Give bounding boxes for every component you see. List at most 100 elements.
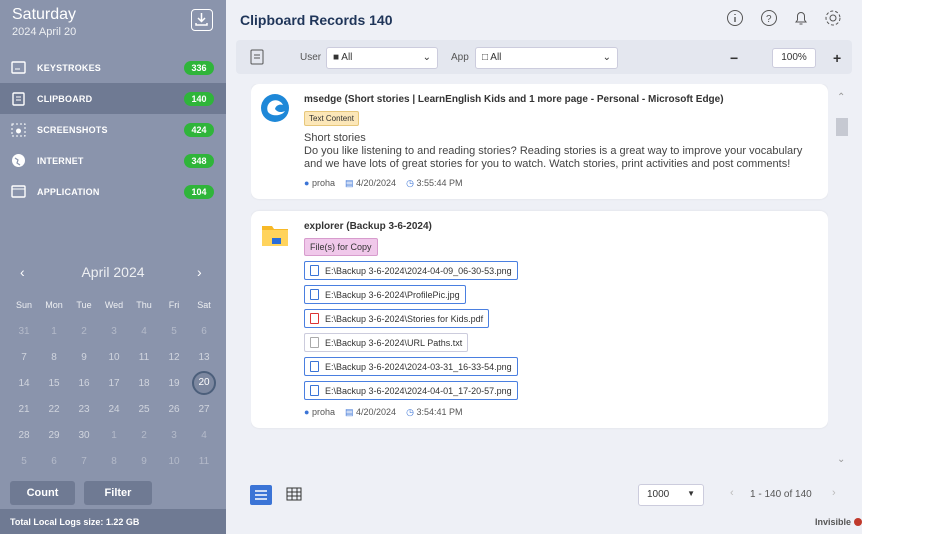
calendar-day[interactable]: 6 [189, 326, 219, 337]
user-select[interactable]: ■ All ⌄ [326, 47, 438, 69]
nav-keystrokes[interactable]: KEYSTROKES 336 [0, 52, 226, 83]
calendar-week: 28 29 30 1 2 3 4 [9, 422, 219, 448]
page-size-value: 1000 [647, 489, 670, 500]
calendar-day[interactable]: 25 [129, 404, 159, 415]
calendar-day[interactable]: 15 [39, 378, 69, 389]
count-button[interactable]: Count [10, 481, 75, 505]
main-panel: Clipboard Records 140 ? User ■ All ⌄ App… [226, 0, 862, 534]
file-item[interactable]: E:\Backup 3-6-2024\2024-03-31_16-33-54.p… [304, 357, 518, 376]
nav-count: 336 [184, 60, 214, 75]
calendar-day[interactable]: 27 [189, 404, 219, 415]
weekday: Sun [15, 300, 32, 310]
calendar-day[interactable]: 1 [39, 326, 69, 337]
svg-text:?: ? [766, 14, 772, 25]
calendar-day[interactable]: 3 [159, 430, 189, 441]
calendar-day[interactable]: 13 [189, 352, 219, 363]
filter-button[interactable]: Filter [84, 481, 152, 505]
calendar-day[interactable]: 18 [129, 378, 159, 389]
clipboard-calendar-icon[interactable] [250, 48, 266, 69]
calendar-day[interactable]: 24 [99, 404, 129, 415]
calendar-day[interactable]: 10 [159, 456, 189, 467]
bottom-bar: 1000 ▼ ‹ 1 - 140 of 140 › [226, 480, 862, 510]
calendar-day[interactable]: 9 [129, 456, 159, 467]
table-view-button[interactable] [286, 487, 302, 504]
calendar-day[interactable]: 30 [69, 430, 99, 441]
calendar-weekdays: Sun Mon Tue Wed Thu Fri Sat [9, 292, 219, 318]
calendar-next-button[interactable]: › [197, 264, 202, 280]
page-size-select[interactable]: 1000 ▼ [638, 484, 704, 506]
gear-icon[interactable] [824, 9, 842, 27]
weekday: Sat [197, 300, 211, 310]
nav-screenshots[interactable]: SCREENSHOTS 424 [0, 114, 226, 145]
nav-clipboard[interactable]: CLIPBOARD 140 [0, 83, 226, 114]
weekday: Fri [168, 300, 180, 310]
file-path: E:\Backup 3-6-2024\2024-04-01_17-20-57.p… [325, 385, 512, 396]
calendar-day[interactable]: 16 [69, 378, 99, 389]
nav-label: APPLICATION [37, 186, 100, 197]
record-card[interactable]: explorer (Backup 3-6-2024) File(s) for C… [251, 211, 828, 428]
scroll-thumb[interactable] [836, 118, 848, 136]
file-item[interactable]: E:\Backup 3-6-2024\2024-04-01_17-20-57.p… [304, 381, 518, 400]
calendar-day[interactable]: 5 [9, 456, 39, 467]
download-button[interactable] [191, 9, 213, 31]
file-path: E:\Backup 3-6-2024\2024-04-09_06-30-53.p… [325, 265, 512, 276]
help-icon[interactable]: ? [760, 9, 778, 27]
calendar-day[interactable]: 29 [39, 430, 69, 441]
record-tag: Text Content [304, 111, 359, 126]
file-item[interactable]: E:\Backup 3-6-2024\Stories for Kids.pdf [304, 309, 490, 328]
calendar-prev-button[interactable]: ‹ [20, 264, 25, 280]
calendar-day[interactable]: 1 [99, 430, 129, 441]
calendar-day[interactable]: 17 [99, 378, 129, 389]
calendar-day[interactable]: 22 [39, 404, 69, 415]
filter-toolbar: User ■ All ⌄ App □ All ⌄ − 100% + [236, 40, 852, 74]
prev-page-button[interactable]: ‹ [730, 487, 734, 499]
scrollbar[interactable]: ⌃ ⌄ [834, 84, 850, 476]
calendar-icon: ▤ [344, 178, 354, 188]
calendar-day[interactable]: 9 [69, 352, 99, 363]
calendar-day[interactable]: 28 [9, 430, 39, 441]
calendar-day[interactable]: 2 [69, 326, 99, 337]
page-title: Clipboard Records 140 [240, 12, 393, 28]
calendar-day[interactable]: 12 [159, 352, 189, 363]
weekday: Wed [104, 300, 124, 310]
calendar-day[interactable]: 6 [39, 456, 69, 467]
calendar-day[interactable]: 5 [159, 326, 189, 337]
calendar-day[interactable]: 10 [99, 352, 129, 363]
calendar-day[interactable]: 11 [129, 352, 159, 363]
calendar-day[interactable]: 3 [99, 326, 129, 337]
calendar-day[interactable]: 23 [69, 404, 99, 415]
calendar-day-selected[interactable]: 20 [192, 371, 216, 395]
nav-internet[interactable]: INTERNET 348 [0, 145, 226, 176]
calendar-day[interactable]: 7 [9, 352, 39, 363]
calendar-day[interactable]: 31 [9, 326, 39, 337]
zoom-in-button[interactable]: + [833, 50, 841, 66]
file-item[interactable]: E:\Backup 3-6-2024\2024-04-09_06-30-53.p… [304, 261, 518, 280]
record-text: Do you like listening to and reading sto… [304, 145, 803, 170]
scroll-down-icon[interactable]: ⌄ [837, 454, 845, 465]
list-view-button[interactable] [250, 485, 272, 505]
next-page-button[interactable]: › [832, 487, 836, 499]
calendar-day[interactable]: 8 [99, 456, 129, 467]
bell-icon[interactable] [792, 9, 810, 27]
calendar-day[interactable]: 2 [129, 430, 159, 441]
calendar-day[interactable]: 7 [69, 456, 99, 467]
info-icon[interactable] [726, 9, 744, 27]
user-label: User [300, 52, 322, 63]
record-card[interactable]: msedge (Short stories | LearnEnglish Kid… [251, 84, 828, 199]
calendar-day[interactable]: 4 [189, 430, 219, 441]
nav-application[interactable]: APPLICATION 104 [0, 176, 226, 207]
calendar-day[interactable]: 14 [9, 378, 39, 389]
scroll-up-icon[interactable]: ⌃ [837, 92, 845, 103]
app-select[interactable]: □ All ⌄ [475, 47, 618, 69]
calendar-day[interactable]: 26 [159, 404, 189, 415]
calendar-day[interactable]: 19 [159, 378, 189, 389]
invisible-status[interactable]: Invisible [815, 517, 862, 527]
calendar-day[interactable]: 11 [189, 456, 219, 467]
file-item[interactable]: E:\Backup 3-6-2024\ProfilePic.jpg [304, 285, 466, 304]
calendar-day[interactable]: 8 [39, 352, 69, 363]
folder-icon [260, 220, 292, 252]
calendar-day[interactable]: 21 [9, 404, 39, 415]
zoom-out-button[interactable]: − [730, 50, 738, 66]
calendar-day[interactable]: 4 [129, 326, 159, 337]
file-item[interactable]: E:\Backup 3-6-2024\URL Paths.txt [304, 333, 469, 352]
